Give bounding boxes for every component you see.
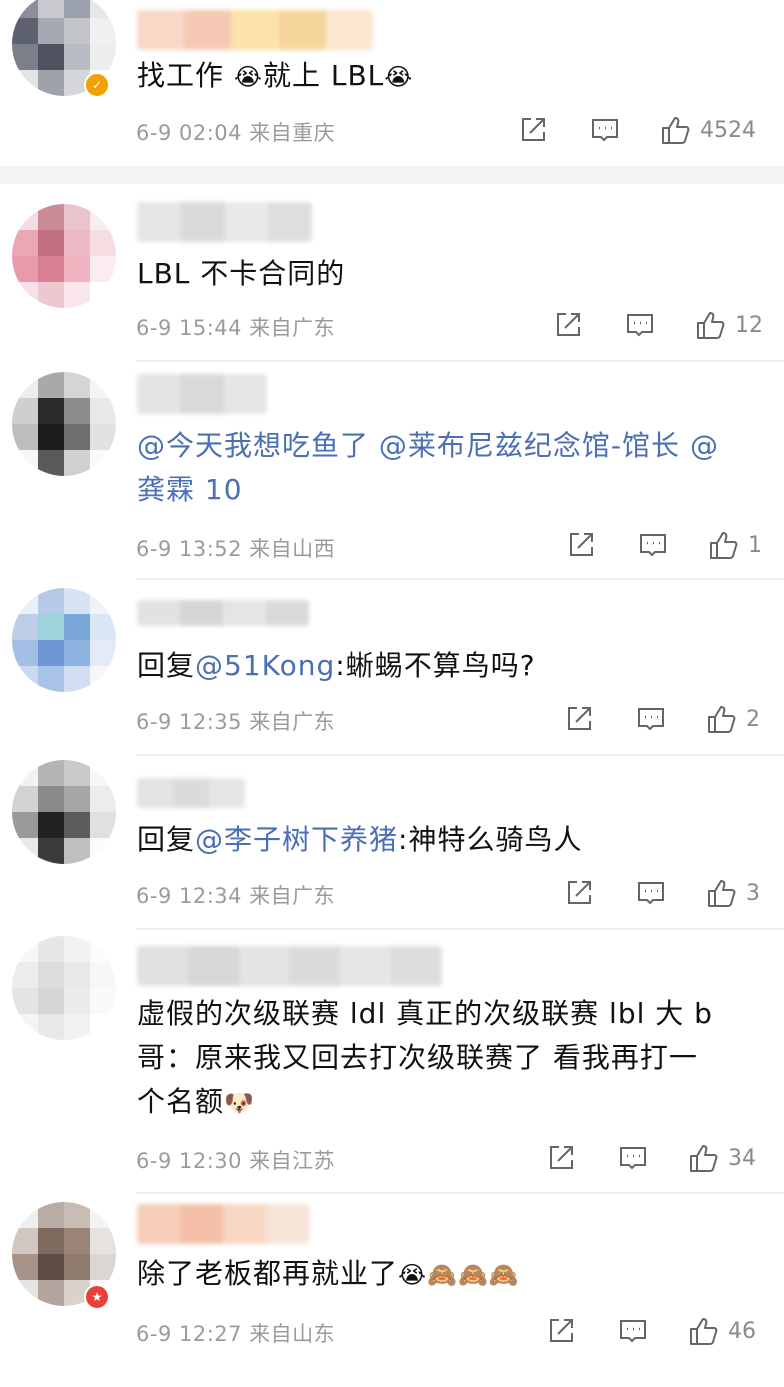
crying-face-icon: 😭 — [233, 63, 263, 91]
see-no-evil-monkey-icon: 🙈 — [427, 1261, 458, 1289]
thumbs-up-icon — [690, 1145, 718, 1172]
comment-item: ★ 除了老板都再就业了😭🙈🙈🙈 6-9 12:27 来自山东 46 — [0, 1194, 784, 1387]
like-count: 2 — [746, 706, 760, 732]
comment-item: 回复@51Kong:蜥蜴不算鸟吗? 6-9 12:35 来自广东 2 — [0, 580, 784, 754]
like-count: 3 — [746, 880, 760, 906]
username[interactable] — [137, 778, 245, 808]
like-button[interactable]: 12 — [695, 308, 763, 342]
share-icon — [568, 707, 591, 730]
comment-actions: 3 — [0, 876, 784, 910]
share-button[interactable] — [518, 113, 548, 147]
see-no-evil-monkey-icon: 🙈 — [488, 1261, 520, 1289]
comment-actions: 2 — [0, 702, 784, 736]
comment-icon — [638, 708, 664, 731]
comment-icon — [620, 1147, 646, 1170]
comment-actions: 1 — [0, 528, 784, 562]
comment-text: 回复@李子树下养猪:神特么骑鸟人 — [137, 823, 583, 856]
username[interactable] — [137, 600, 309, 626]
comment-icon — [592, 119, 618, 142]
like-button[interactable]: 1 — [708, 528, 762, 562]
comment-actions: 12 — [0, 308, 784, 342]
comment-text: 虚假的次级联赛 ldl 真正的次级联赛 lbl 大 b 哥：原来我又回去打次级联… — [137, 997, 713, 1118]
comment-item: ✓ 找工作 😭就上 LBL😭 6-9 02:04 来自重庆 4524 — [0, 0, 784, 166]
share-button[interactable] — [546, 1314, 576, 1348]
reply-button[interactable] — [636, 876, 666, 910]
comment-text: 回复@51Kong:蜥蜴不算鸟吗? — [137, 649, 536, 682]
thumbs-up-icon — [708, 706, 736, 733]
like-button[interactable]: 3 — [706, 876, 760, 910]
avatar[interactable] — [12, 204, 116, 308]
comment-actions: 34 — [0, 1141, 784, 1175]
see-no-evil-monkey-icon: 🙈 — [457, 1261, 489, 1289]
like-button[interactable]: 2 — [706, 702, 760, 736]
username[interactable] — [137, 10, 373, 50]
verified-badge-icon: ✓ — [84, 72, 110, 98]
thumbs-up-icon — [710, 532, 738, 559]
crying-face-icon: 😭 — [398, 1261, 428, 1289]
comment-item: 虚假的次级联赛 ldl 真正的次级联赛 lbl 大 b 哥：原来我又回去打次级联… — [0, 930, 784, 1192]
comment-actions: 46 — [0, 1314, 784, 1348]
username[interactable] — [137, 374, 267, 414]
share-button[interactable] — [546, 1141, 576, 1175]
like-count: 46 — [728, 1318, 756, 1344]
mention-link[interactable]: @51Kong — [195, 649, 335, 682]
comment-text: LBL 不卡合同的 — [137, 257, 346, 290]
comment-actions: 4524 — [0, 113, 784, 147]
reply-button[interactable] — [618, 1314, 648, 1348]
share-button[interactable] — [564, 702, 594, 736]
comment-text: 除了老板都再就业了😭🙈🙈🙈 — [137, 1257, 520, 1290]
reply-button[interactable] — [625, 308, 655, 342]
like-count: 12 — [735, 312, 763, 338]
like-count: 1 — [748, 532, 762, 558]
crying-face-icon: 😭 — [384, 63, 414, 91]
reply-button[interactable] — [618, 1141, 648, 1175]
reply-button[interactable] — [590, 113, 620, 147]
like-button[interactable]: 34 — [688, 1141, 756, 1175]
comment-item: LBL 不卡合同的 6-9 15:44 来自广东 12 — [0, 184, 784, 360]
comment-item: 回复@李子树下养猪:神特么骑鸟人 6-9 12:34 来自广东 3 — [0, 756, 784, 928]
share-button[interactable] — [566, 528, 596, 562]
thumbs-up-icon — [662, 117, 690, 144]
comment-text: @今天我想吃鱼了 @莱布尼兹纪念馆-馆长 @ 龚霖 10 — [137, 424, 737, 512]
share-icon — [550, 1319, 573, 1342]
comment-icon — [638, 882, 664, 905]
mention-link[interactable]: @ — [690, 429, 719, 462]
avatar[interactable] — [12, 936, 116, 1040]
share-icon — [570, 533, 593, 556]
thumbs-up-icon — [697, 312, 725, 339]
share-icon — [568, 881, 591, 904]
mention-link[interactable]: @莱布尼兹纪念馆-馆长 — [379, 429, 680, 462]
comment-text: 找工作 😭就上 LBL😭 — [137, 59, 414, 92]
doge-icon: 🐶 — [224, 1089, 255, 1117]
avatar[interactable] — [12, 372, 116, 476]
share-button[interactable] — [564, 876, 594, 910]
mention-link[interactable]: @今天我想吃鱼了 — [137, 429, 369, 462]
section-divider — [0, 166, 784, 184]
member-badge-icon: ★ — [84, 1284, 110, 1310]
username[interactable] — [137, 946, 442, 986]
like-count: 34 — [728, 1145, 756, 1171]
like-button[interactable]: 46 — [688, 1314, 756, 1348]
mention-link[interactable]: @李子树下养猪 — [195, 823, 398, 856]
avatar[interactable] — [12, 588, 116, 692]
reply-button[interactable] — [638, 528, 668, 562]
share-icon — [522, 118, 545, 141]
like-button[interactable]: 4524 — [660, 113, 756, 147]
avatar[interactable] — [12, 760, 116, 864]
share-icon — [557, 313, 580, 336]
comment-icon — [640, 534, 666, 557]
username[interactable] — [137, 1204, 309, 1244]
share-icon — [550, 1146, 573, 1169]
thumbs-up-icon — [690, 1318, 718, 1345]
like-count: 4524 — [700, 117, 756, 143]
mention-link[interactable]: 龚霖 10 — [137, 473, 243, 506]
thumbs-up-icon — [708, 880, 736, 907]
comment-icon — [620, 1320, 646, 1343]
reply-button[interactable] — [636, 702, 666, 736]
comment-icon — [627, 314, 653, 337]
comment-item: @今天我想吃鱼了 @莱布尼兹纪念馆-馆长 @ 龚霖 10 6-9 13:52 来… — [0, 362, 784, 578]
username[interactable] — [137, 202, 312, 242]
share-button[interactable] — [553, 308, 583, 342]
